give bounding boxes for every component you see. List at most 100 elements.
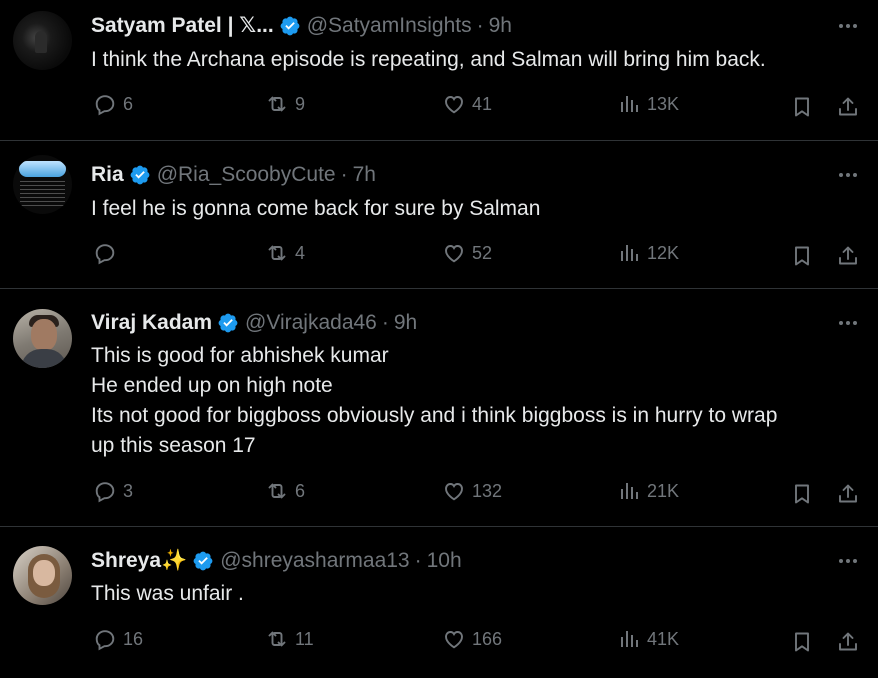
like-button[interactable]: 132 [442,479,502,503]
avatar[interactable] [13,155,72,214]
tweet-actions: 4 52 12K [0,241,878,271]
avatar[interactable] [13,309,72,368]
tweet[interactable]: Satyam Patel | 𝕏... @SatyamInsights · 9h… [0,0,878,141]
avatar-image [31,319,57,351]
verified-badge-icon [129,164,151,186]
like-count: 41 [472,93,493,114]
verified-badge-icon [192,550,214,572]
tweet-text: This is good for abhishek kumar He ended… [91,341,858,461]
tweet-text-line: I feel he is gonna come back for sure by… [91,197,541,220]
separator: · [414,549,422,572]
tweet-actions: 6 9 41 13K [0,92,878,122]
share-icon[interactable] [836,630,860,654]
views-icon [617,479,641,503]
repost-icon [265,627,289,651]
repost-icon [265,241,289,265]
views-count: 13K [647,93,680,114]
reply-icon [93,627,117,651]
tweet-header: Ria @Ria_ScoobyCute · 7h [91,163,376,187]
reply-button[interactable]: 16 [93,627,143,651]
repost-count: 9 [295,93,306,114]
tweet-text-line: He ended up on high note [91,374,333,397]
views-button[interactable]: 21K [617,479,679,503]
reply-count: 16 [123,628,144,649]
bookmark-icon[interactable] [790,482,814,506]
tweet-header: Shreya✨ @shreyasharmaa13 · 10h [91,549,462,573]
separator: · [340,163,348,186]
views-count: 21K [647,480,680,501]
avatar[interactable] [13,546,72,605]
avatar-image [19,161,66,177]
avatar-image [20,181,65,207]
like-count: 166 [472,628,503,649]
tweet-text-line: I think the Archana episode is repeating… [91,48,766,71]
tweet[interactable]: Viraj Kadam @Virajkada46 · 9h This is go… [0,289,878,527]
tweet-header: Viraj Kadam @Virajkada46 · 9h [91,311,417,335]
like-icon [442,479,466,503]
like-button[interactable]: 166 [442,627,502,651]
more-icon[interactable] [836,14,860,38]
separator: · [476,14,484,37]
user-handle[interactable]: @SatyamInsights [307,14,472,38]
tweet[interactable]: Ria @Ria_ScoobyCute · 7h I feel he is go… [0,141,878,289]
repost-button[interactable]: 11 [265,627,314,651]
more-icon[interactable] [836,311,860,335]
like-count: 52 [472,242,493,263]
repost-icon [265,92,289,116]
timestamp[interactable]: 9h [394,311,417,335]
reply-count: 3 [123,480,134,501]
timestamp[interactable]: 7h [353,163,376,187]
tweet-actions: 16 11 166 41K [0,627,878,657]
like-button[interactable]: 41 [442,92,492,116]
bookmark-icon[interactable] [790,630,814,654]
share-icon[interactable] [836,95,860,119]
user-handle[interactable]: @Virajkada46 [245,311,377,335]
share-icon[interactable] [836,482,860,506]
repost-count: 4 [295,242,306,263]
repost-count: 6 [295,480,306,501]
avatar-image [21,349,67,368]
repost-button[interactable]: 4 [265,241,305,265]
repost-button[interactable]: 9 [265,92,305,116]
tweet-header: Satyam Patel | 𝕏... @SatyamInsights · 9h [91,14,512,38]
timestamp[interactable]: 10h [427,549,462,573]
views-icon [617,92,641,116]
verified-badge-icon [217,312,239,334]
avatar[interactable] [13,11,72,70]
views-button[interactable]: 41K [617,627,679,651]
like-icon [442,627,466,651]
more-icon[interactable] [836,549,860,573]
bookmark-icon[interactable] [790,95,814,119]
verified-badge-icon [279,15,301,37]
tweet-text: I feel he is gonna come back for sure by… [91,194,858,224]
reply-icon [93,92,117,116]
display-name[interactable]: Viraj Kadam [91,311,212,335]
views-icon [617,241,641,265]
views-button[interactable]: 13K [617,92,679,116]
separator: · [381,311,389,334]
more-icon[interactable] [836,163,860,187]
like-icon [442,241,466,265]
share-icon[interactable] [836,244,860,268]
display-name[interactable]: Ria [91,163,124,187]
views-button[interactable]: 12K [617,241,679,265]
reply-button[interactable]: 6 [93,92,133,116]
avatar-image [33,560,55,586]
views-icon [617,627,641,651]
reply-button[interactable]: 3 [93,479,133,503]
tweet-actions: 3 6 132 21K [0,479,878,509]
like-count: 132 [472,480,503,501]
repost-button[interactable]: 6 [265,479,305,503]
display-name[interactable]: Shreya✨ [91,549,187,573]
repost-count: 11 [295,628,314,649]
user-handle[interactable]: @shreyasharmaa13 [220,549,409,573]
reply-button[interactable] [93,241,123,265]
like-button[interactable]: 52 [442,241,492,265]
views-count: 41K [647,628,680,649]
timestamp[interactable]: 9h [489,14,512,38]
display-name[interactable]: Satyam Patel | 𝕏... [91,14,274,38]
tweet-text-line: This is good for abhishek kumar [91,344,389,367]
tweet[interactable]: Shreya✨ @shreyasharmaa13 · 10h This was … [0,527,878,678]
user-handle[interactable]: @Ria_ScoobyCute [157,163,336,187]
bookmark-icon[interactable] [790,244,814,268]
